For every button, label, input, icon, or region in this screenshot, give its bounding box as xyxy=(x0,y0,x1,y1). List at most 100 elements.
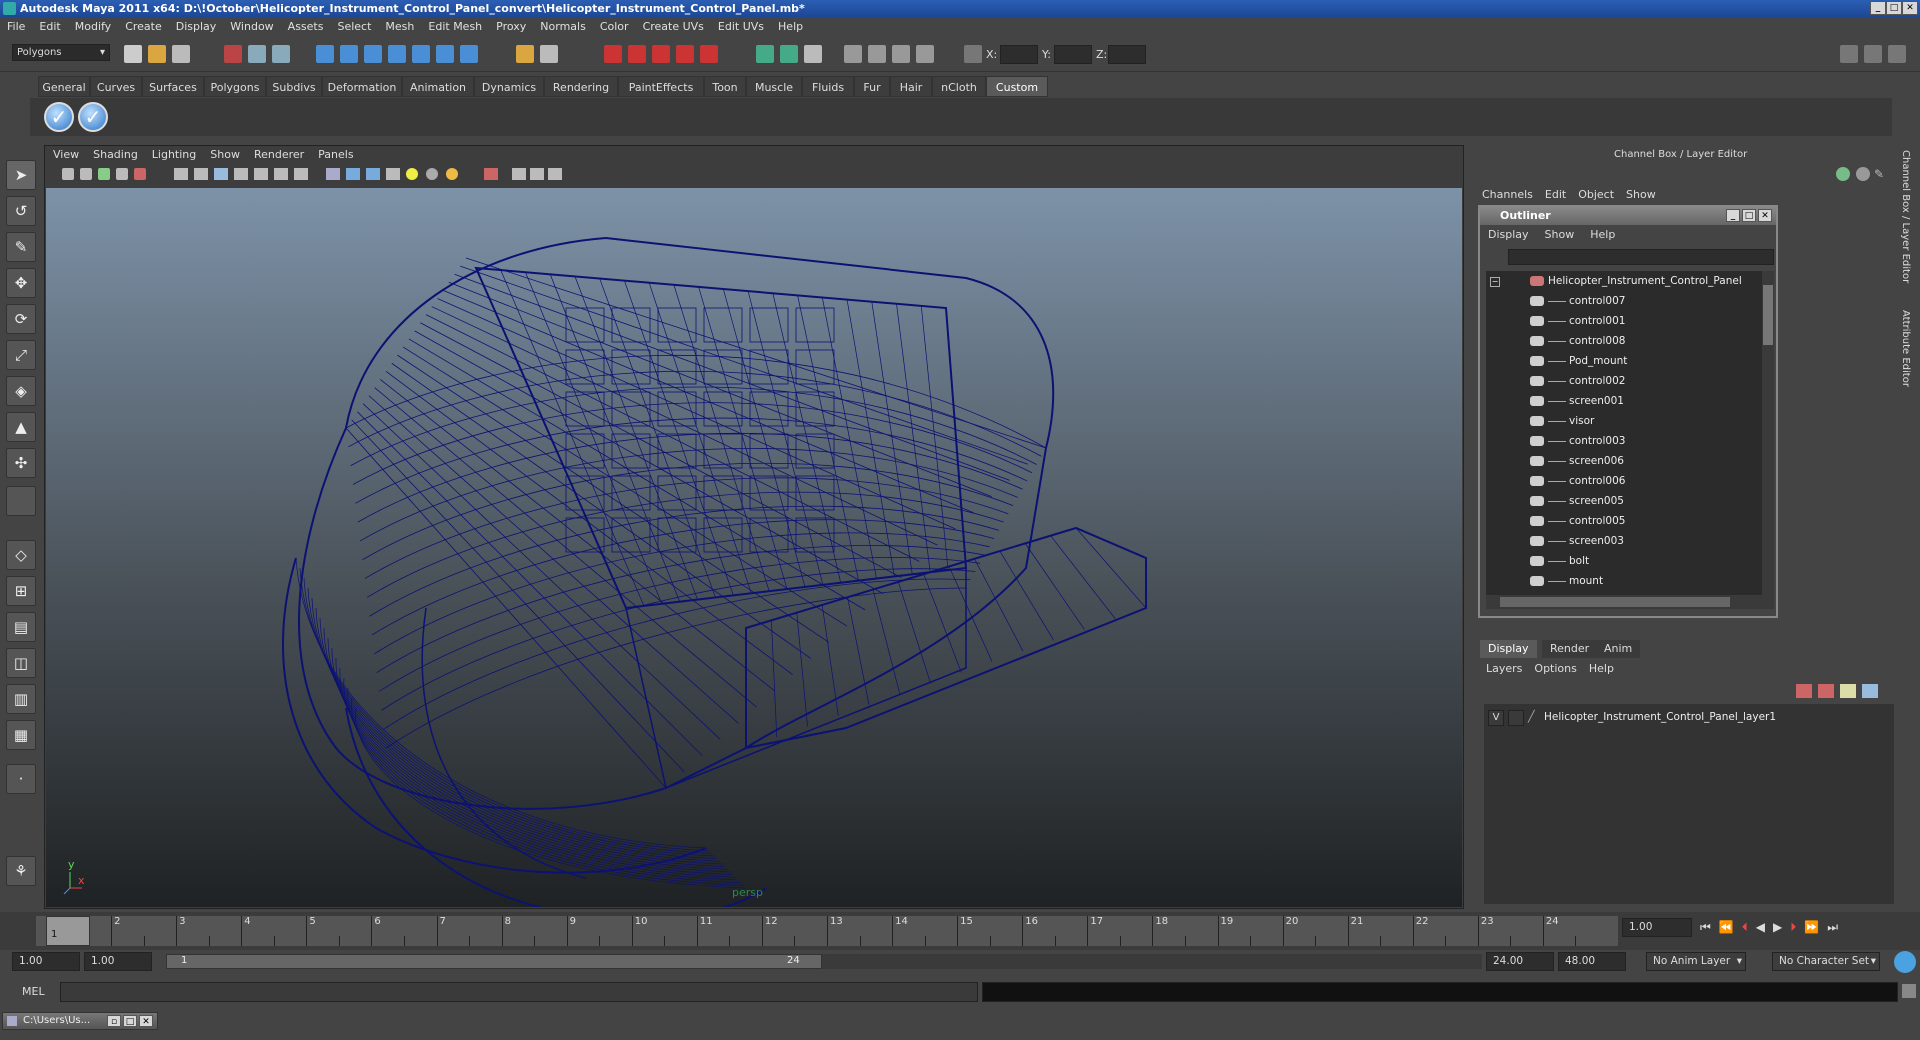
channel-box-toggle-icon[interactable] xyxy=(1864,45,1882,63)
menu-modify[interactable]: Modify xyxy=(68,17,118,37)
playback-end-field[interactable]: 24.00 xyxy=(1486,952,1554,971)
outliner-item[interactable]: control003 xyxy=(1530,431,1625,451)
transform-mode-icon[interactable] xyxy=(964,45,982,63)
hypershade-icon[interactable] xyxy=(700,45,718,63)
channel-box-pin-icon[interactable]: ✎ xyxy=(1874,167,1888,181)
camera-icon[interactable] xyxy=(844,45,862,63)
viewport-menu-renderer[interactable]: Renderer xyxy=(247,148,311,161)
layer-row[interactable]: V ╱ Helicopter_Instrument_Control_Panel_… xyxy=(1484,708,1892,728)
layer-visibility-toggle[interactable]: V xyxy=(1488,710,1504,726)
dots-icon[interactable]: · xyxy=(6,764,36,794)
select-component-icon[interactable] xyxy=(272,45,290,63)
manipulator-tool-icon[interactable]: ◈ xyxy=(6,376,36,406)
z-field[interactable] xyxy=(1108,45,1146,64)
shelf-tab-fur[interactable]: Fur xyxy=(854,76,890,97)
snap-grid-icon[interactable] xyxy=(316,45,334,63)
four-view-layout-icon[interactable]: ⊞ xyxy=(6,576,36,606)
layout-icon[interactable] xyxy=(868,45,886,63)
collapse-icon[interactable]: − xyxy=(1490,277,1500,287)
outliner-item[interactable]: control007 xyxy=(1530,291,1625,311)
3d-viewport[interactable]: persp y x xyxy=(46,188,1462,907)
viewport-menu-show[interactable]: Show xyxy=(203,148,247,161)
shelf-tab-animation[interactable]: Animation xyxy=(402,76,474,97)
snap-point-icon[interactable] xyxy=(364,45,382,63)
auto-key-icon[interactable] xyxy=(1894,951,1916,973)
new-scene-icon[interactable] xyxy=(124,45,142,63)
snap-surface-icon[interactable] xyxy=(412,45,430,63)
clipboard-icon[interactable] xyxy=(804,45,822,63)
custom-shelf-button-1[interactable]: ✓ xyxy=(44,102,74,132)
outliner-menu-display[interactable]: Display xyxy=(1480,225,1537,245)
side-tab-channel-box[interactable]: Channel Box / Layer Editor xyxy=(1900,150,1911,283)
step-forward-icon[interactable]: ⏩ xyxy=(1804,920,1827,934)
end-time-field[interactable]: 48.00 xyxy=(1558,952,1626,971)
outliner-item[interactable]: bolt xyxy=(1530,551,1589,571)
lock-icon[interactable] xyxy=(516,45,534,63)
channel-box-menu-object[interactable]: Object xyxy=(1572,188,1620,201)
shelf-tab-ncloth[interactable]: nCloth xyxy=(932,76,986,97)
outliner-item[interactable]: screen006 xyxy=(1530,451,1624,471)
shelf-tab-curves[interactable]: Curves xyxy=(90,76,142,97)
outliner-item[interactable]: control008 xyxy=(1530,331,1625,351)
outliner-item[interactable]: Pod_mount xyxy=(1530,351,1627,371)
mode-selector[interactable]: Polygons ▾ xyxy=(12,44,110,61)
outliner-item[interactable]: control006 xyxy=(1530,471,1625,491)
menu-create[interactable]: Create xyxy=(118,17,169,37)
custom-shelf-button-2[interactable]: ✓ xyxy=(78,102,108,132)
script-editor-icon[interactable] xyxy=(1902,984,1916,998)
render-settings-icon[interactable] xyxy=(652,45,670,63)
shelf-tab-dynamics[interactable]: Dynamics xyxy=(474,76,544,97)
maximize-button[interactable]: □ xyxy=(123,1015,137,1027)
snap-curve-icon[interactable] xyxy=(340,45,358,63)
channel-box-menu-edit[interactable]: Edit xyxy=(1539,188,1572,201)
persp-outliner-layout-icon[interactable]: ▤ xyxy=(6,612,36,642)
persp-graph-hypershade-layout-icon[interactable]: ▦ xyxy=(6,720,36,750)
ipr-render-icon[interactable] xyxy=(628,45,646,63)
outliner-item[interactable]: screen005 xyxy=(1530,491,1624,511)
outliner-list[interactable]: − Helicopter_Instrument_Control_Panel con… xyxy=(1486,271,1762,595)
step-back-key-icon[interactable]: ⏴ xyxy=(1742,920,1756,934)
outliner-item[interactable]: screen003 xyxy=(1530,531,1624,551)
select-hierarchy-icon[interactable] xyxy=(224,45,242,63)
channel-box-menu-channels[interactable]: Channels xyxy=(1476,188,1539,201)
menu-select[interactable]: Select xyxy=(330,17,378,37)
range-slider-track[interactable] xyxy=(822,954,1482,969)
open-scene-icon[interactable] xyxy=(148,45,166,63)
layer-tab-anim[interactable]: Anim xyxy=(1596,640,1641,658)
menu-normals[interactable]: Normals xyxy=(533,17,593,37)
playback-start-field[interactable]: 1.00 xyxy=(84,952,152,971)
side-tab-attribute-editor[interactable]: Attribute Editor xyxy=(1900,310,1911,387)
viewport-menu-panels[interactable]: Panels xyxy=(311,148,360,161)
shelf-tab-deformation[interactable]: Deformation xyxy=(322,76,402,97)
outliner-item[interactable]: screen001 xyxy=(1530,391,1624,411)
shelf-tab-fluids[interactable]: Fluids xyxy=(802,76,854,97)
outliner-menu-show[interactable]: Show xyxy=(1537,225,1583,245)
close-button[interactable]: ✕ xyxy=(139,1015,153,1027)
outliner-root-item[interactable]: − Helicopter_Instrument_Control_Panel xyxy=(1490,271,1742,291)
minimized-window[interactable]: C:\Users\Us... ▫ □ ✕ xyxy=(2,1012,158,1030)
outliner-item[interactable]: control005 xyxy=(1530,511,1625,531)
outliner-filter-input[interactable] xyxy=(1508,249,1774,265)
scrollbar-thumb[interactable] xyxy=(1763,285,1773,345)
shelf-tab-general[interactable]: General xyxy=(38,76,90,97)
menu-edit-mesh[interactable]: Edit Mesh xyxy=(421,17,489,37)
viewport-menu-view[interactable]: View xyxy=(46,148,86,161)
outliner-item[interactable]: mount xyxy=(1530,571,1603,591)
layer-tab-render[interactable]: Render xyxy=(1542,640,1598,658)
menu-edit-uvs[interactable]: Edit UVs xyxy=(711,17,771,37)
show-manipulator-icon[interactable]: ✣ xyxy=(6,448,36,478)
time-slider-track[interactable]: 1234567891011121314151617181920212223241 xyxy=(36,916,1618,946)
play-backward-icon[interactable]: ◀ xyxy=(1756,920,1773,934)
snap-plane-icon[interactable] xyxy=(388,45,406,63)
lasso-tool-icon[interactable]: ↺ xyxy=(6,196,36,226)
command-input[interactable] xyxy=(60,982,978,1002)
add-to-layer-icon[interactable] xyxy=(1840,684,1856,698)
outliner-item[interactable]: control001 xyxy=(1530,311,1625,331)
menu-proxy[interactable]: Proxy xyxy=(489,17,533,37)
menu-assets[interactable]: Assets xyxy=(281,17,331,37)
outliner-item[interactable]: visor xyxy=(1530,411,1594,431)
outliner-maximize-button[interactable]: □ xyxy=(1742,209,1756,222)
rename-icon[interactable] xyxy=(780,45,798,63)
maximize-button[interactable]: □ xyxy=(1886,1,1902,15)
shelf-tab-polygons[interactable]: Polygons xyxy=(204,76,266,97)
